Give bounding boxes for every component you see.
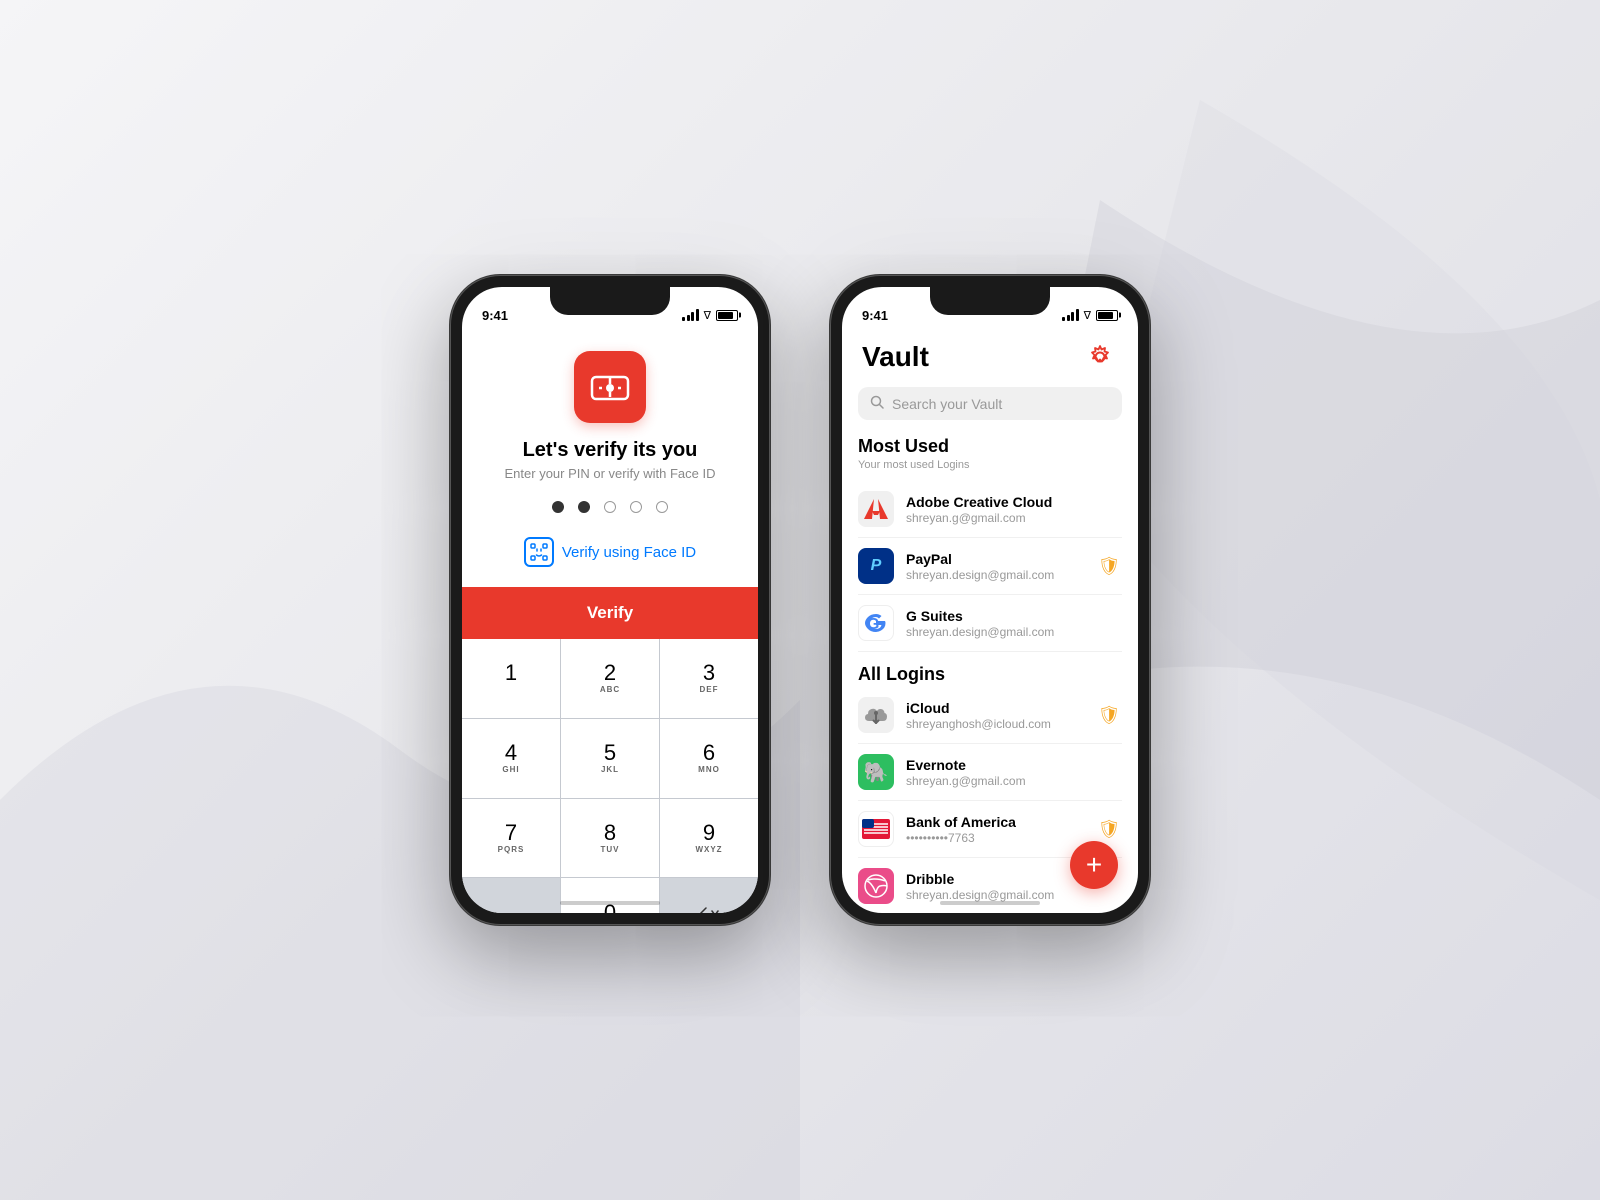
faceid-icon bbox=[524, 537, 554, 567]
time-right: 9:41 bbox=[862, 308, 888, 323]
faceid-button[interactable]: Verify using Face ID bbox=[524, 537, 696, 567]
numpad: 1 2 ABC 3 DEF 4 GHI bbox=[462, 639, 758, 913]
boa-email: ••••••••••7763 bbox=[906, 831, 1096, 845]
pin-dot-1 bbox=[552, 501, 564, 513]
settings-button[interactable] bbox=[1082, 339, 1118, 375]
adobe-email: shreyan.g@gmail.com bbox=[906, 511, 1122, 525]
vault-screen: Vault bbox=[842, 331, 1138, 913]
icloud-shield: 🛡 bbox=[1096, 702, 1122, 728]
paypal-shield: 🛡 bbox=[1096, 553, 1122, 579]
status-icons-right: ∇ bbox=[1062, 309, 1118, 322]
pin-dot-3 bbox=[604, 501, 616, 513]
numpad-key-9[interactable]: 9 WXYZ bbox=[660, 799, 758, 878]
gsuites-logo: G bbox=[858, 605, 894, 641]
list-item-gsuites[interactable]: G G Suites shreyan.design@gmail.com bbox=[858, 595, 1122, 652]
status-icons-left: ∇ bbox=[682, 309, 738, 322]
svg-text:G: G bbox=[867, 616, 879, 633]
paypal-info: PayPal shreyan.design@gmail.com bbox=[906, 551, 1096, 582]
numpad-key-backspace[interactable] bbox=[660, 878, 758, 913]
faceid-label: Verify using Face ID bbox=[562, 544, 696, 561]
adobe-logo bbox=[858, 491, 894, 527]
numpad-key-5[interactable]: 5 JKL bbox=[561, 719, 659, 798]
icloud-info: iCloud shreyanghosh@icloud.com bbox=[906, 700, 1096, 731]
numpad-key-4[interactable]: 4 GHI bbox=[462, 719, 560, 798]
icloud-email: shreyanghosh@icloud.com bbox=[906, 717, 1096, 731]
list-item-adobe[interactable]: Adobe Creative Cloud shreyan.g@gmail.com bbox=[858, 481, 1122, 538]
dribble-logo bbox=[858, 868, 894, 904]
list-item-icloud[interactable]: iCloud shreyanghosh@icloud.com 🛡 bbox=[858, 687, 1122, 744]
evernote-info: Evernote shreyan.g@gmail.com bbox=[906, 757, 1122, 788]
evernote-email: shreyan.g@gmail.com bbox=[906, 774, 1122, 788]
pin-dot-5 bbox=[656, 501, 668, 513]
numpad-key-empty bbox=[462, 878, 560, 913]
adobe-name: Adobe Creative Cloud bbox=[906, 494, 1122, 510]
wifi-icon-right: ∇ bbox=[1084, 309, 1091, 322]
boa-shield: 🛡 bbox=[1096, 816, 1122, 842]
signal-icon bbox=[682, 309, 699, 321]
pin-title: Let's verify its you bbox=[523, 439, 698, 462]
home-indicator bbox=[560, 901, 660, 905]
paypal-name: PayPal bbox=[906, 551, 1096, 567]
notch-right bbox=[930, 287, 1050, 315]
vault-title: Vault bbox=[862, 341, 929, 373]
pin-dot-2 bbox=[578, 501, 590, 513]
pin-subtitle: Enter your PIN or verify with Face ID bbox=[475, 466, 746, 481]
icloud-logo bbox=[858, 697, 894, 733]
adobe-info: Adobe Creative Cloud shreyan.g@gmail.com bbox=[906, 494, 1122, 525]
boa-logo bbox=[858, 811, 894, 847]
numpad-key-1[interactable]: 1 bbox=[462, 639, 560, 718]
pin-screen: Let's verify its you Enter your PIN or v… bbox=[462, 331, 758, 913]
notch bbox=[550, 287, 670, 315]
numpad-key-3[interactable]: 3 DEF bbox=[660, 639, 758, 718]
battery-icon-right bbox=[1096, 310, 1118, 321]
evernote-logo: 🐘 bbox=[858, 754, 894, 790]
most-used-subtitle: Your most used Logins bbox=[858, 459, 1122, 471]
gsuites-info: G Suites shreyan.design@gmail.com bbox=[906, 608, 1122, 639]
all-logins-title: All Logins bbox=[858, 664, 1122, 685]
search-placeholder: Search your Vault bbox=[892, 396, 1002, 412]
gsuites-name: G Suites bbox=[906, 608, 1122, 624]
vault-header: Vault bbox=[842, 331, 1138, 387]
vault-search-bar[interactable]: Search your Vault bbox=[858, 387, 1122, 420]
icloud-name: iCloud bbox=[906, 700, 1096, 716]
list-item-paypal[interactable]: P PayPal shreyan.design@gmail.com 🛡 bbox=[858, 538, 1122, 595]
dribble-email: shreyan.design@gmail.com bbox=[906, 888, 1122, 902]
home-indicator-right bbox=[940, 901, 1040, 905]
numpad-key-6[interactable]: 6 MNO bbox=[660, 719, 758, 798]
pin-dot-4 bbox=[630, 501, 642, 513]
right-phone: 9:41 ∇ Vault bbox=[830, 275, 1150, 925]
wifi-icon: ∇ bbox=[704, 309, 711, 322]
search-icon bbox=[870, 395, 884, 412]
most-used-title: Most Used bbox=[858, 436, 1122, 457]
add-button[interactable]: + bbox=[1070, 841, 1118, 889]
numpad-key-8[interactable]: 8 TUV bbox=[561, 799, 659, 878]
boa-info: Bank of America ••••••••••7763 bbox=[906, 814, 1096, 845]
verify-button[interactable]: Verify bbox=[462, 587, 758, 639]
battery-icon bbox=[716, 310, 738, 321]
list-item-evernote[interactable]: 🐘 Evernote shreyan.g@gmail.com bbox=[858, 744, 1122, 801]
numpad-key-7[interactable]: 7 PQRS bbox=[462, 799, 560, 878]
signal-icon-right bbox=[1062, 309, 1079, 321]
paypal-logo: P bbox=[858, 548, 894, 584]
boa-name: Bank of America bbox=[906, 814, 1096, 830]
numpad-key-2[interactable]: 2 ABC bbox=[561, 639, 659, 718]
pin-dots bbox=[552, 501, 668, 513]
paypal-email: shreyan.design@gmail.com bbox=[906, 568, 1096, 582]
numpad-key-0[interactable]: 0 bbox=[561, 878, 659, 913]
left-phone: 9:41 ∇ bbox=[450, 275, 770, 925]
app-icon bbox=[574, 351, 646, 423]
time-left: 9:41 bbox=[482, 308, 508, 323]
gsuites-email: shreyan.design@gmail.com bbox=[906, 625, 1122, 639]
evernote-name: Evernote bbox=[906, 757, 1122, 773]
